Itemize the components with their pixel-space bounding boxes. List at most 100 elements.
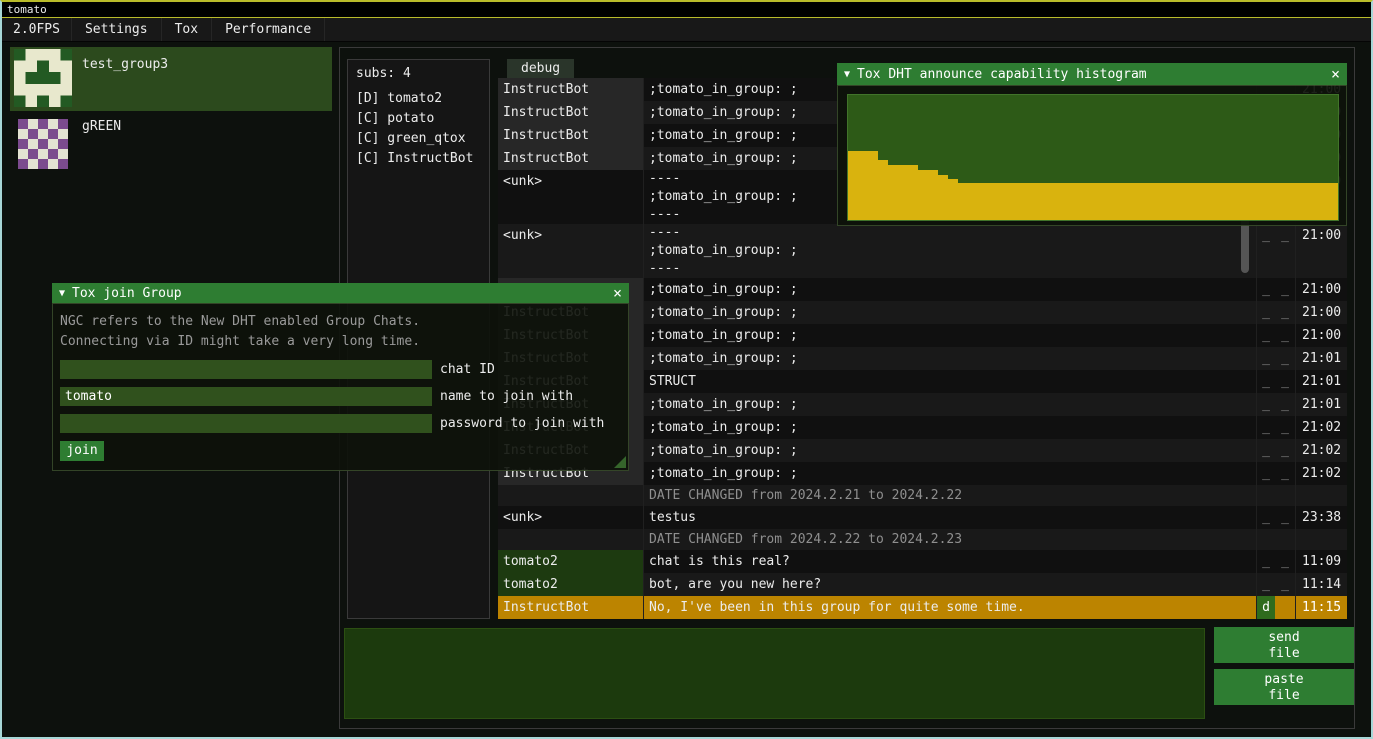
menu-item-settings[interactable]: Settings [72, 18, 162, 41]
group-name: gREEN [82, 119, 121, 134]
chat-message-row[interactable]: <unk>----;tomato_in_group: ;----__21:00 [498, 224, 1347, 278]
main-area: test_group3 gREEN subs: 4 [D] tomato2[C]… [2, 41, 1371, 737]
delivery-status: _ [1256, 324, 1275, 347]
histogram-bar [1148, 183, 1158, 221]
message-text: ;tomato_in_group: ; [643, 393, 1256, 416]
histogram-titlebar[interactable]: ▼ Tox DHT announce capability histogram … [837, 63, 1347, 85]
histogram-bar [898, 165, 908, 220]
message-input[interactable] [344, 628, 1205, 719]
resize-grip[interactable] [614, 456, 626, 468]
timestamp: 11:14 [1295, 573, 1347, 596]
histogram-bar [1248, 183, 1258, 221]
join-group-body: NGC refers to the New DHT enabled Group … [52, 303, 629, 471]
tab-debug[interactable]: debug [507, 59, 574, 78]
read-status: _ [1275, 393, 1295, 416]
sender-name: tomato2 [498, 573, 643, 596]
read-status: _ [1275, 301, 1295, 324]
timestamp: 21:02 [1295, 462, 1347, 485]
subs-list-item[interactable]: [C] green_qtox [348, 129, 489, 149]
send-file-label-top: send [1214, 630, 1354, 646]
histogram-bar [1258, 183, 1268, 221]
sender-name: <unk> [498, 170, 643, 224]
histogram-bar [918, 170, 928, 220]
timestamp: 11:09 [1295, 550, 1347, 573]
close-icon[interactable]: × [613, 286, 622, 301]
os-titlebar[interactable]: tomato [2, 2, 1371, 18]
histogram-bar [1198, 183, 1208, 221]
fps-counter: 2.0FPS [2, 18, 72, 41]
histogram-window-title: Tox DHT announce capability histogram [857, 67, 1147, 82]
delivery-status: _ [1256, 416, 1275, 439]
histogram-bar [1208, 183, 1218, 221]
histogram-bar [1108, 183, 1118, 221]
message-text: ;tomato_in_group: ; [643, 301, 1256, 324]
join-name-label: name to join with [440, 389, 573, 404]
delivery-status: _ [1256, 462, 1275, 485]
menu-items: SettingsToxPerformance [72, 18, 325, 41]
join-name-input[interactable] [60, 387, 432, 406]
histogram-bar [1128, 183, 1138, 221]
histogram-bar [1178, 183, 1188, 221]
close-icon[interactable]: × [1331, 67, 1340, 82]
collapse-icon[interactable]: ▼ [844, 69, 850, 80]
group-item-green[interactable]: gREEN [10, 113, 332, 169]
chat-id-label: chat ID [440, 362, 495, 377]
join-button[interactable]: join [60, 441, 104, 461]
sender-name: InstructBot [498, 101, 643, 124]
histogram-bar [958, 183, 968, 221]
join-group-titlebar[interactable]: ▼ Tox join Group × [52, 283, 629, 303]
chat-message-row[interactable]: tomato2bot, are you new here?__11:14 [498, 573, 1347, 596]
histogram-bar [1298, 183, 1308, 221]
histogram-bar [968, 183, 978, 221]
sender-name: InstructBot [498, 78, 643, 101]
collapse-icon[interactable]: ▼ [59, 288, 65, 299]
message-text: testus [643, 506, 1256, 529]
message-text: ----;tomato_in_group: ;---- [643, 224, 1256, 278]
delivery-status: _ [1256, 370, 1275, 393]
histogram-plot [847, 94, 1339, 221]
histogram-bar [858, 151, 868, 220]
histogram-bar [868, 151, 878, 220]
sender-name: tomato2 [498, 550, 643, 573]
delivery-status: _ [1256, 393, 1275, 416]
read-status: _ [1275, 347, 1295, 370]
timestamp: 21:00 [1295, 301, 1347, 324]
group-avatar [18, 119, 68, 169]
chat-id-input[interactable] [60, 360, 432, 379]
read-status: _ [1275, 370, 1295, 393]
read-status: _ [1275, 324, 1295, 347]
chat-message-row[interactable]: tomato2chat is this real?__11:09 [498, 550, 1347, 573]
send-file-button[interactable]: send file [1214, 627, 1354, 663]
subs-list-item[interactable]: [C] InstructBot [348, 149, 489, 169]
dht-histogram-window: ▼ Tox DHT announce capability histogram … [837, 63, 1347, 226]
delivery-status: _ [1256, 573, 1275, 596]
chat-message-row[interactable]: <unk>testus__23:38 [498, 506, 1347, 529]
message-text: bot, are you new here? [643, 573, 1256, 596]
timestamp: 11:15 [1295, 596, 1347, 619]
histogram-bar [938, 175, 948, 220]
menu-item-tox[interactable]: Tox [162, 18, 212, 41]
join-info-line2: Connecting via ID might take a very long… [60, 332, 621, 352]
subs-list-item[interactable]: [D] tomato2 [348, 89, 489, 109]
delivery-status: _ [1256, 224, 1275, 278]
histogram-bar [1188, 183, 1198, 221]
chat-id-field-row: chat ID [60, 360, 621, 379]
paste-file-button[interactable]: paste file [1214, 669, 1354, 705]
histogram-bar [1118, 183, 1128, 221]
histogram-bar [1278, 183, 1288, 221]
delivery-status: _ [1256, 439, 1275, 462]
sender-name: InstructBot [498, 147, 643, 170]
histogram-bar [1308, 183, 1318, 221]
histogram-bar [1288, 183, 1298, 221]
chat-message-row[interactable]: InstructBotNo, I've been in this group f… [498, 596, 1347, 619]
group-item-test-group3[interactable]: test_group3 [10, 47, 332, 111]
histogram-bar [1078, 183, 1088, 221]
join-password-input[interactable] [60, 414, 432, 433]
histogram-bar [998, 183, 1008, 221]
message-text: ;tomato_in_group: ; [643, 439, 1256, 462]
menu-item-performance[interactable]: Performance [212, 18, 325, 41]
subs-list-item[interactable]: [C] potato [348, 109, 489, 129]
read-status: _ [1275, 550, 1295, 573]
join-group-window: ▼ Tox join Group × NGC refers to the New… [52, 283, 629, 471]
histogram-bar [888, 165, 898, 220]
